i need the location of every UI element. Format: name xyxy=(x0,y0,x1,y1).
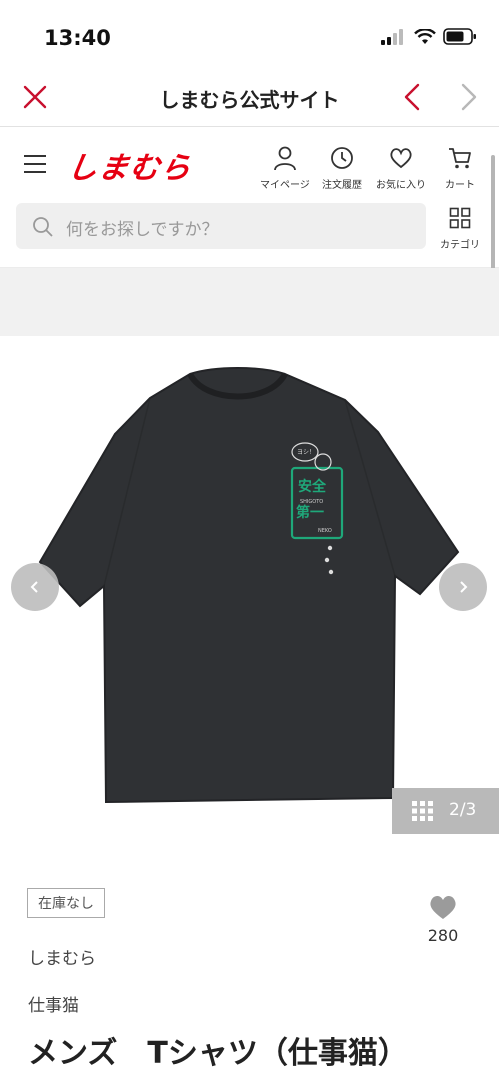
banner-placeholder xyxy=(0,268,499,336)
nav-cart[interactable]: カート xyxy=(445,145,475,191)
chevron-left-icon xyxy=(30,581,38,593)
nav-label: 注文履歴 xyxy=(322,180,362,191)
search-icon xyxy=(33,217,53,237)
nav-order-history[interactable]: 注文履歴 xyxy=(322,145,362,191)
cart-icon xyxy=(449,148,471,169)
search-bar[interactable]: 何をお探しですか？ xyxy=(16,203,426,249)
signal-icon xyxy=(381,28,403,45)
brand-name[interactable]: しまむら xyxy=(28,944,96,969)
print-small1: SHIGOTO xyxy=(300,499,323,505)
forward-button[interactable] xyxy=(458,82,480,116)
thumbnail-grid-icon xyxy=(412,801,433,821)
nav-label: カート xyxy=(445,180,475,191)
like-button[interactable]: 280 xyxy=(420,893,466,945)
nav-mypage[interactable]: マイページ xyxy=(260,145,310,191)
print-line2: 第一 xyxy=(296,504,324,521)
grid-icon xyxy=(449,207,471,229)
site-header: しまむら マイページ 注文履歴 お気に入り カート 何をお探しですか？ カテゴリ xyxy=(0,127,499,268)
category-label: カテゴリ xyxy=(440,240,480,251)
person-icon xyxy=(274,146,296,171)
gallery-next-button[interactable] xyxy=(439,563,487,611)
chevron-right-icon xyxy=(461,83,477,111)
clock-icon xyxy=(331,147,353,169)
print-small2: NEKO xyxy=(318,528,332,534)
print-line1: 安全 xyxy=(298,478,327,495)
search-placeholder: 何をお探しですか？ xyxy=(66,220,219,240)
product-name: メンズ Tシャツ（仕事猫） xyxy=(28,1036,408,1071)
menu-line xyxy=(24,171,46,173)
back-button[interactable] xyxy=(401,82,423,116)
browser-title: しまむら公式サイト xyxy=(159,88,340,112)
battery-icon xyxy=(443,28,476,45)
nav-label: マイページ xyxy=(260,180,310,191)
chevron-left-icon xyxy=(404,83,420,111)
status-bar: 13:40 xyxy=(0,0,499,70)
status-time: 13:40 xyxy=(44,26,111,50)
gallery-prev-button[interactable] xyxy=(11,563,59,611)
hamburger-menu-button[interactable] xyxy=(24,155,46,173)
gallery-counter: 2/3 xyxy=(449,800,477,820)
scrollbar-thumb[interactable] xyxy=(491,155,495,280)
wifi-icon xyxy=(414,28,436,44)
print-bubble: ヨシ！ xyxy=(297,449,315,456)
nav-label: お気に入り xyxy=(376,180,426,191)
browser-bar: しまむら公式サイト xyxy=(0,70,499,127)
site-logo[interactable]: しまむら xyxy=(65,143,195,187)
nav-favorites[interactable]: お気に入り xyxy=(376,145,426,191)
heart-icon xyxy=(430,895,456,919)
series-name: 仕事猫 xyxy=(28,996,79,1016)
heart-icon xyxy=(390,148,412,169)
tshirt-image: 安全 第一 SHIGOTO NEKO ヨシ！ xyxy=(38,367,460,804)
stock-status-badge: 在庫なし xyxy=(27,888,105,918)
menu-line xyxy=(24,155,46,157)
chevron-right-icon xyxy=(460,581,468,593)
product-image-gallery[interactable]: 安全 第一 SHIGOTO NEKO ヨシ！ xyxy=(0,336,499,846)
menu-line xyxy=(24,163,46,165)
category-button[interactable]: カテゴリ xyxy=(440,207,480,251)
like-count: 280 xyxy=(427,926,459,945)
gallery-counter-button[interactable]: 2/3 xyxy=(392,788,499,834)
status-icons xyxy=(381,28,477,45)
